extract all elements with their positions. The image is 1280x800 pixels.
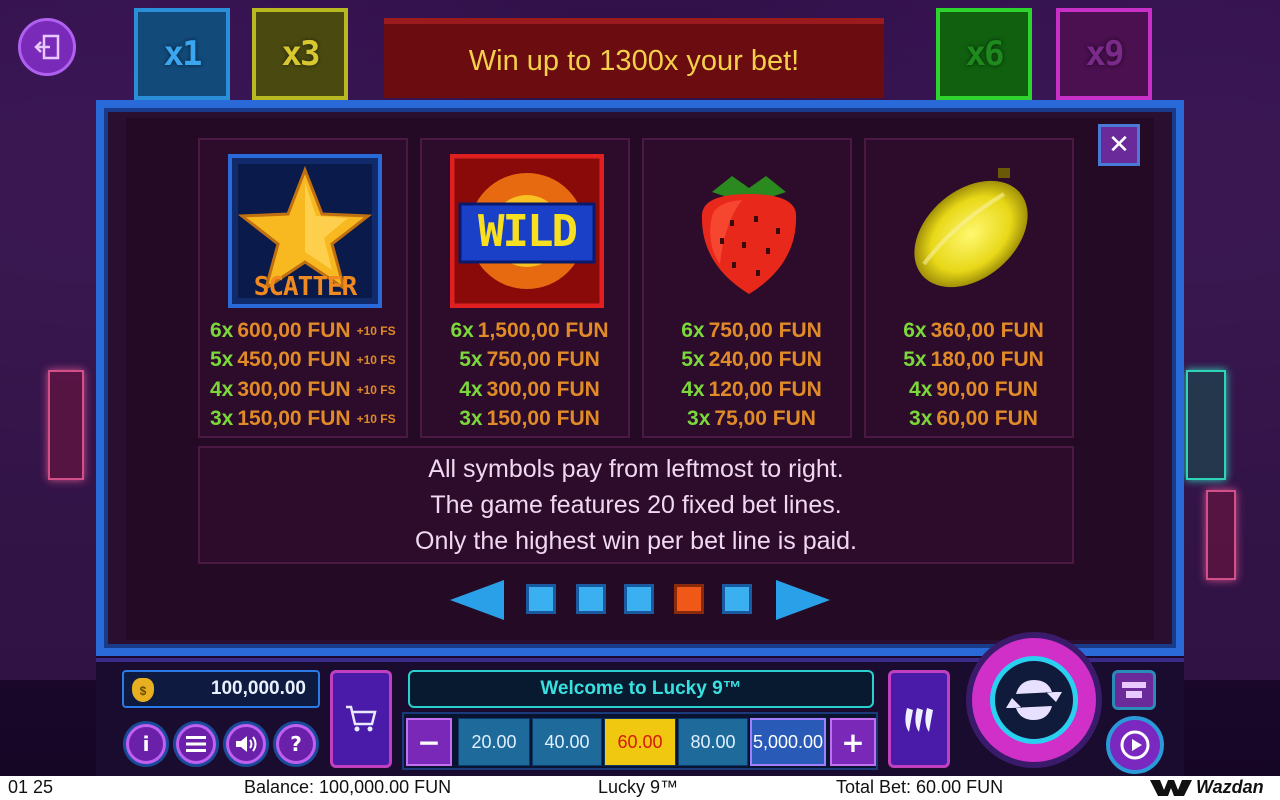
sound-button[interactable] [226,724,266,764]
neon-sign-right [1186,370,1226,480]
info-button[interactable]: i [126,724,166,764]
win-banner: Win up to 1300x your bet! [384,18,884,98]
banner-text: Win up to 1300x your bet! [468,44,800,77]
symbol-card-scatter: SCATTER 6x 600,00 FUN +10 FS 5x 450,00 FUN +… [198,138,408,438]
scatter-pays: 6x 600,00 FUN +10 FS 5x 450,00 FUN +10 FS 4x… [210,316,405,434]
wild-symbol-icon: WILD [449,153,605,309]
page-dot-2[interactable] [576,584,606,614]
pay-row: 5x 450,00 FUN +10 FS [210,348,396,372]
balance-display: $ 100,000.00 [122,670,320,708]
bet-option[interactable]: 80.00 [678,718,748,766]
pay-row: 3x 75,00 FUN [687,407,816,431]
bet-increase-button[interactable]: + [830,718,876,766]
wild-label: WILD [478,206,578,257]
buy-button[interactable] [330,670,392,768]
multiplier-x3: x3 [252,8,348,100]
pay-row: 5x 750,00 FUN [459,348,600,372]
chili-icon [905,708,933,732]
symbol-card-wild: WILD 6x 1,500,00 FUN 5x 750,00 FUN 4x 300,0… [420,138,630,438]
lemon-symbol-icon [894,154,1048,308]
cart-icon [346,705,377,732]
volatility-button[interactable] [888,670,950,768]
help-icon: ? [290,732,302,756]
page-dot-3[interactable] [624,584,654,614]
bet-decrease-button[interactable]: − [406,718,452,766]
neon-sign-left [48,370,84,480]
pay-row: 6x 750,00 FUN [681,318,822,342]
status-bar: 01 25 Balance: 100,000.00 FUN Lucky 9™ T… [0,776,1280,800]
pay-row: 4x 120,00 FUN [681,377,822,401]
pay-row: 4x 300,00 FUN [459,377,600,401]
balance-value: 100,000.00 [210,678,306,699]
symbol-card-strawberry: 6x 750,00 FUN 5x 240,00 FUN 4x 120,00 FUN 3… [642,138,852,438]
lemon-pays: 6x 360,00 FUN 5x 180,00 FUN 4x 90,00 FUN 3x… [876,316,1071,434]
plus-icon: + [841,725,865,759]
exit-icon [34,34,60,60]
rule-line: Only the highest win per bet line is pai… [415,527,857,555]
multiplier-x1: x1 [134,8,230,100]
page-dot-1[interactable] [526,584,556,614]
pay-row: 6x 600,00 FUN +10 FS [210,318,396,342]
clock: 01 25 [8,777,54,797]
page-dot-5[interactable] [722,584,752,614]
multiplier-x9: x9 [1056,8,1152,100]
prev-page-arrow-icon[interactable] [450,580,504,620]
close-button[interactable]: ✕ [1098,124,1140,166]
pay-row: 6x 360,00 FUN [903,318,1044,342]
autoplay-icon [1120,730,1150,760]
pay-row: 5x 240,00 FUN [681,348,822,372]
wild-pays: 6x 1,500,00 FUN 5x 750,00 FUN 4x 300,00 FUN… [432,316,627,434]
bet-option-selected[interactable]: 60.00 [604,718,676,766]
status-balance: Balance: 100,000.00 FUN [244,777,452,797]
scatter-symbol-icon: SCATTER [228,154,382,308]
pay-row: 3x 60,00 FUN [909,407,1038,431]
strawberry-pays: 6x 750,00 FUN 5x 240,00 FUN 4x 120,00 FUN 3… [654,316,849,434]
minus-icon: − [417,725,441,759]
rules-text-box: All symbols pay from leftmost to right. … [198,446,1074,564]
info-icon: i [142,732,150,756]
exit-button[interactable] [18,18,76,76]
brand-logo: Wazdan [1196,777,1264,797]
menu-icon [186,736,206,752]
page-dot-4[interactable] [674,584,704,614]
pay-row: 4x 90,00 FUN [909,377,1038,401]
multiplier-x6: x6 [936,8,1032,100]
pay-row: 3x 150,00 FUN [459,407,600,431]
max-bet-option[interactable]: 5,000.00 [750,718,826,766]
turbo-icon [1122,682,1146,698]
close-icon: ✕ [1108,130,1130,160]
pay-row: 6x 1,500,00 FUN [450,318,609,342]
wazdan-logo-icon [1150,780,1192,796]
pay-row: 5x 180,00 FUN [903,348,1044,372]
pay-row: 4x 300,00 FUN +10 FS [210,377,396,401]
menu-button[interactable] [176,724,216,764]
rule-line: All symbols pay from leftmost to right. [428,455,844,483]
scatter-label: SCATTER [253,272,358,302]
bet-option[interactable]: 20.00 [458,718,530,766]
help-button[interactable]: ? [276,724,316,764]
bet-option[interactable]: 40.00 [532,718,602,766]
sound-icon [236,736,257,752]
rule-line: The game features 20 fixed bet lines. [430,491,842,519]
status-total-bet: Total Bet: 60.00 FUN [836,777,1004,797]
turbo-button[interactable] [1112,670,1156,710]
symbol-card-lemon: 6x 360,00 FUN 5x 180,00 FUN 4x 90,00 FUN 3x… [864,138,1074,438]
pay-row: 3x 150,00 FUN +10 FS [210,407,396,431]
spin-icon [1006,680,1062,720]
status-game-name: Lucky 9™ [598,777,679,797]
welcome-text: Welcome to Lucky 9™ [540,678,742,699]
autoplay-button[interactable] [1106,716,1164,774]
money-bag-icon: $ [132,678,154,702]
spin-button[interactable] [990,656,1078,744]
next-page-arrow-icon[interactable] [776,580,830,620]
pager [0,578,1280,622]
message-display: Welcome to Lucky 9™ [408,670,874,708]
neon-sign-right-2 [1206,490,1236,580]
strawberry-symbol-icon [672,154,826,308]
